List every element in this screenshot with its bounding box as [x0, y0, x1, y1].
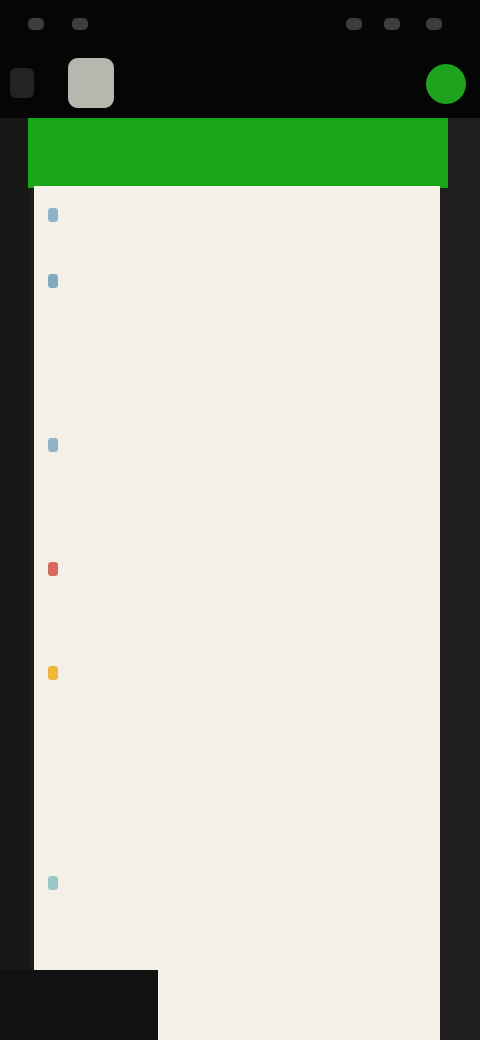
right-edge [446, 118, 480, 1040]
wifi-icon [72, 18, 88, 30]
item-text-line [92, 226, 260, 240]
item-text-line [92, 720, 358, 734]
list-item[interactable] [34, 430, 440, 526]
page-title [126, 60, 286, 80]
item-text-line [92, 292, 302, 306]
app-bar [0, 48, 480, 118]
message-feed[interactable] [34, 186, 440, 1040]
item-text-line [92, 756, 382, 770]
page-subtitle [126, 84, 316, 100]
network-icon [384, 18, 400, 30]
item-text-line [92, 894, 156, 908]
item-title [92, 270, 228, 288]
item-text-line [92, 702, 386, 716]
item-title [92, 662, 216, 680]
screen [0, 0, 480, 1040]
item-text-line [92, 912, 316, 926]
status-indicator [48, 274, 58, 288]
avatar[interactable] [68, 58, 114, 108]
item-text-line [92, 310, 278, 324]
item-text-line [92, 492, 252, 506]
left-edge [0, 118, 30, 1040]
more-icon[interactable] [426, 64, 466, 104]
item-title [92, 558, 230, 576]
item-title [92, 434, 148, 452]
status-indicator [48, 208, 58, 222]
item-text-line [92, 684, 366, 698]
battery-icon [346, 18, 362, 30]
time-icon [426, 18, 442, 30]
status-indicator [48, 562, 58, 576]
signal-icon [28, 18, 44, 30]
list-item[interactable] [34, 200, 440, 256]
item-text-line [92, 774, 342, 788]
item-title [92, 204, 164, 222]
list-item[interactable] [34, 554, 440, 630]
green-banner [28, 118, 448, 188]
item-text-line [92, 328, 262, 342]
list-item[interactable] [34, 658, 440, 858]
item-text-line [92, 598, 322, 612]
status-indicator [48, 438, 58, 452]
list-item[interactable] [34, 266, 440, 390]
item-text-line [92, 456, 322, 470]
item-text-line [92, 474, 392, 488]
item-text-line [92, 944, 350, 958]
item-link[interactable] [92, 362, 140, 376]
status-indicator [48, 876, 58, 890]
status-indicator [48, 666, 58, 680]
bottom-overlay [0, 970, 158, 1040]
item-title [92, 872, 164, 890]
back-icon[interactable] [10, 68, 34, 98]
item-text-line [92, 738, 400, 752]
status-bar [0, 0, 480, 48]
item-text-line [92, 580, 338, 594]
